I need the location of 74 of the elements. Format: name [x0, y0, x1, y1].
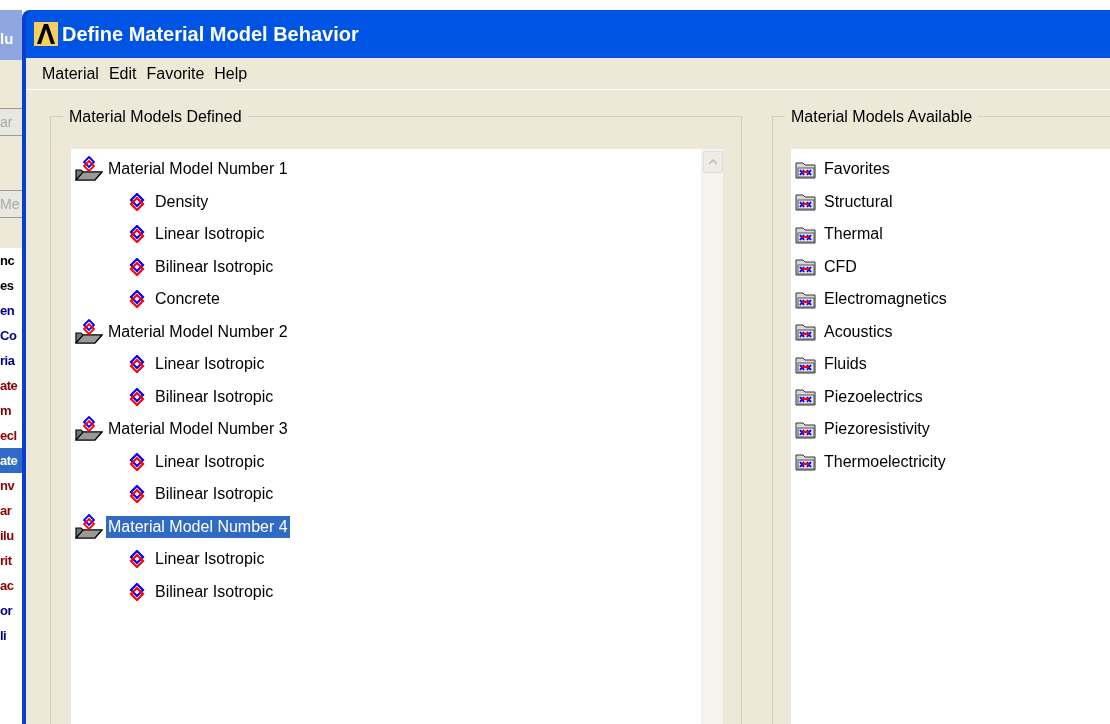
property-tree-item[interactable]: Linear Isotropic	[153, 450, 267, 473]
menu-item[interactable]: Help	[210, 61, 252, 86]
model-tree-item[interactable]: Material Model Number 1	[106, 158, 290, 181]
model-folder-icon	[75, 156, 103, 183]
category-folder-icon	[795, 257, 817, 277]
property-tree-item[interactable]: Density	[153, 190, 211, 213]
menu-item[interactable]: Favorite	[142, 61, 209, 86]
background-list-fragment[interactable]: ac	[0, 573, 22, 598]
property-tree-item[interactable]: Bilinear Isotropic	[153, 385, 276, 408]
property-tree-item[interactable]: Linear Isotropic	[153, 223, 267, 246]
background-list-fragment[interactable]: li	[0, 623, 22, 648]
property-tree-item[interactable]: Linear Isotropic	[153, 548, 267, 571]
category-folder-icon	[795, 159, 817, 179]
background-list-fragment[interactable]: es	[0, 273, 22, 298]
material-property-icon	[129, 257, 145, 276]
property-tree-item[interactable]: Linear Isotropic	[153, 353, 267, 376]
property-tree-item[interactable]: Concrete	[153, 288, 222, 311]
background-list-fragment[interactable]: m	[0, 398, 22, 423]
background-list-fragment[interactable]: or	[0, 598, 22, 623]
menu-item[interactable]: Edit	[104, 61, 141, 86]
category-folder-icon	[795, 387, 817, 407]
background-title-fragment: lu	[0, 29, 14, 49]
property-tree-item[interactable]: Bilinear Isotropic	[153, 483, 276, 506]
chevron-up-icon	[707, 159, 718, 165]
category-folder-icon	[795, 419, 817, 439]
model-tree-item[interactable]: Material Model Number 3	[106, 418, 290, 441]
material-property-icon	[129, 582, 145, 601]
model-folder-icon	[75, 513, 103, 540]
material-property-icon	[129, 387, 145, 406]
background-list-fragment[interactable]: ria	[0, 348, 22, 373]
material-property-icon	[129, 290, 145, 309]
category-folder-icon	[795, 192, 817, 212]
category-item[interactable]: Favorites	[823, 157, 891, 182]
category-folder-icon	[795, 452, 817, 472]
material-property-icon	[129, 452, 145, 471]
model-folder-icon	[75, 318, 103, 345]
category-folder-icon	[795, 354, 817, 374]
window-title: Define Material Model Behavior	[62, 22, 359, 47]
category-item[interactable]: Acoustics	[823, 319, 894, 344]
category-folder-icon	[795, 224, 817, 244]
scrollbar[interactable]	[701, 149, 723, 724]
material-property-icon	[129, 550, 145, 569]
category-folder-icon	[795, 289, 817, 309]
model-tree-item[interactable]: Material Model Number 4	[106, 515, 290, 538]
background-list-fragment[interactable]: en	[0, 298, 22, 323]
category-item[interactable]: Structural	[823, 189, 894, 214]
background-list-fragment[interactable]: rit	[0, 548, 22, 573]
background-list-fragment[interactable]: ate	[0, 448, 22, 473]
property-tree-item[interactable]: Bilinear Isotropic	[153, 580, 276, 603]
menu-item[interactable]: Material	[38, 61, 103, 86]
category-item[interactable]: Piezoelectrics	[823, 384, 924, 409]
background-list-fragment[interactable]: ecl	[0, 423, 22, 448]
category-item[interactable]: Thermal	[823, 222, 884, 247]
material-property-icon	[129, 355, 145, 374]
material-property-icon	[129, 192, 145, 211]
material-property-icon	[129, 225, 145, 244]
model-folder-icon	[75, 416, 103, 443]
background-list-fragment[interactable]: ilu	[0, 523, 22, 548]
scroll-up-button[interactable]	[702, 151, 723, 173]
background-list-fragment[interactable]: Co	[0, 323, 22, 348]
category-item[interactable]: CFD	[823, 254, 858, 279]
category-folder-icon	[795, 322, 817, 342]
model-tree-item[interactable]: Material Model Number 2	[106, 320, 290, 343]
background-list-fragment[interactable]: nc	[0, 248, 22, 273]
background-list-fragment[interactable]: ar	[0, 498, 22, 523]
category-item[interactable]: Thermoelectricity	[823, 449, 947, 474]
property-tree-item[interactable]: Bilinear Isotropic	[153, 255, 276, 278]
background-list-fragment[interactable]: ate	[0, 373, 22, 398]
category-item[interactable]: Fluids	[823, 352, 868, 377]
material-property-icon	[129, 485, 145, 504]
category-item[interactable]: Piezoresistivity	[823, 417, 931, 442]
app-logo-icon	[34, 22, 58, 46]
background-list-fragment[interactable]: nv	[0, 473, 22, 498]
category-item[interactable]: Electromagnetics	[823, 287, 948, 312]
